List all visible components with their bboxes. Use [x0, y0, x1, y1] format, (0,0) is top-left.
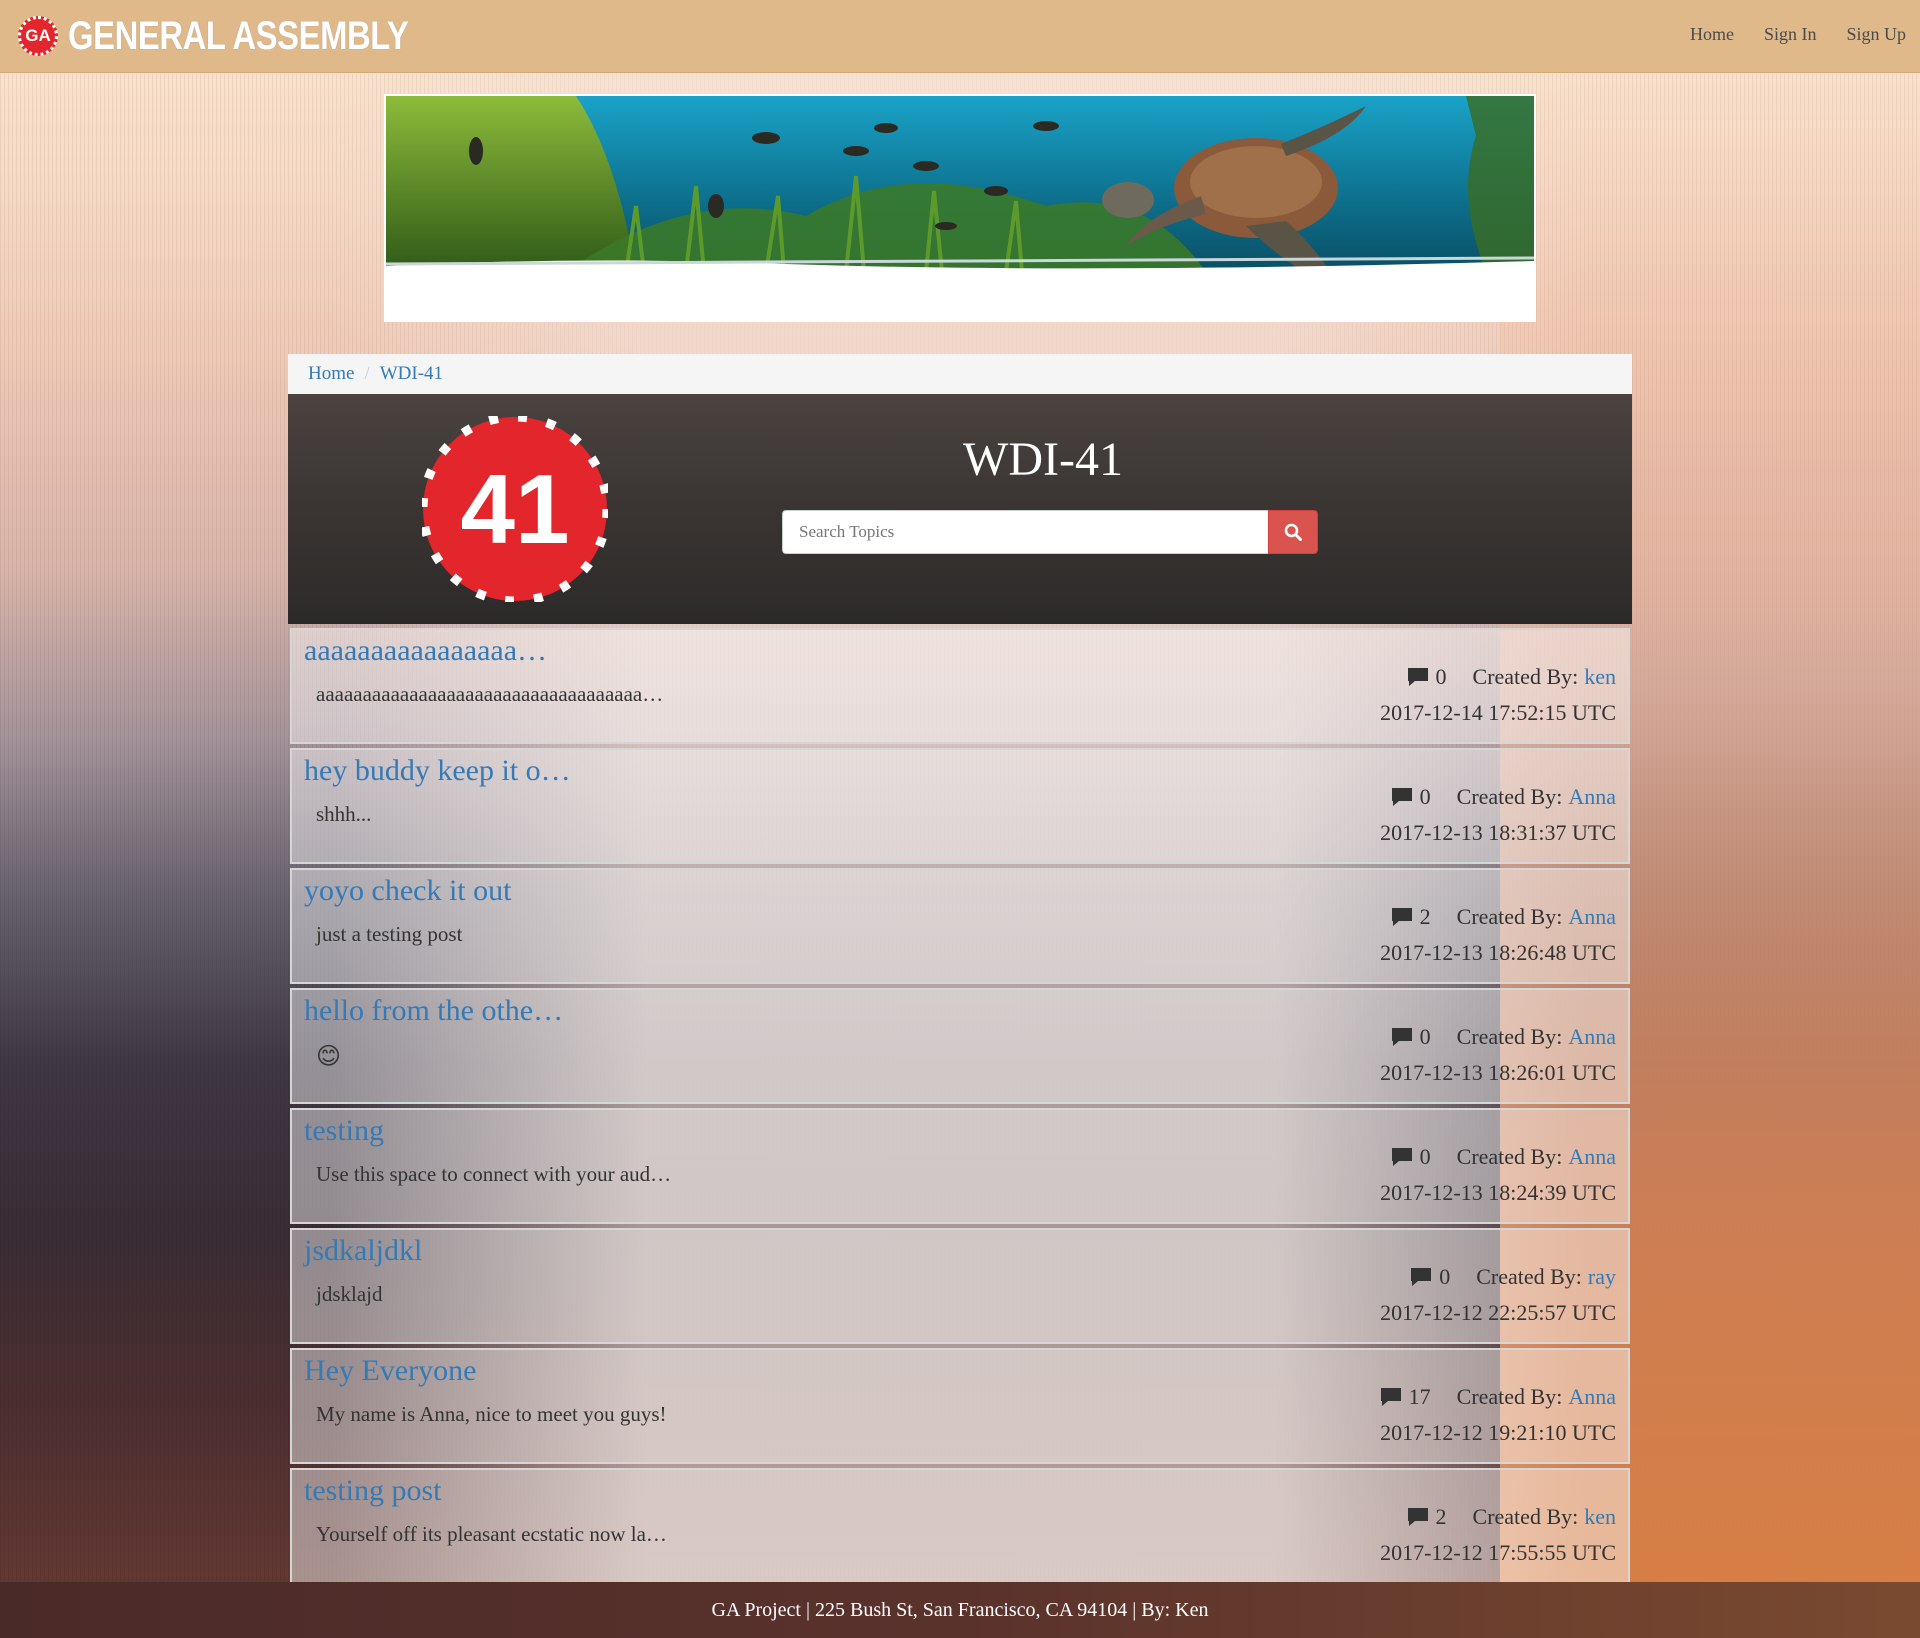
author-link[interactable]: ken — [1584, 664, 1616, 690]
topic-excerpt: 😊 — [316, 1042, 342, 1070]
created-by-label: Created By: — [1456, 1144, 1563, 1169]
author-link[interactable]: Anna — [1568, 1144, 1616, 1170]
created-by-label: Created By: — [1472, 664, 1579, 689]
topic-excerpt: jdsklajd — [316, 1282, 383, 1306]
brand-logo[interactable]: GA GENERAL ASSEMBLY — [18, 12, 483, 60]
nav-sign-up-link[interactable]: Sign Up — [1846, 24, 1906, 45]
comment-icon — [1391, 1148, 1412, 1166]
topic-title-link[interactable]: testing post — [304, 1474, 442, 1508]
comment-icon — [1407, 668, 1428, 686]
topic-timestamp: 2017-12-13 18:24:39 UTC — [1380, 1180, 1616, 1205]
comment-count: 0 — [1419, 784, 1431, 809]
topic-timestamp: 2017-12-13 18:31:37 UTC — [1380, 820, 1616, 845]
topic-timestamp: 2017-12-12 22:25:57 UTC — [1380, 1300, 1616, 1325]
topic-timestamp: 2017-12-12 19:21:10 UTC — [1380, 1420, 1616, 1445]
comment-count: 17 — [1408, 1384, 1431, 1409]
comment-icon — [1391, 1028, 1412, 1046]
topic-list: aaaaaaaaaaaaaaaa… aaaaaaaaaaaaaaaaaaaaaa… — [288, 628, 1632, 1584]
topic-item: yoyo check it out just a testing post 2 … — [290, 868, 1630, 984]
created-by-label: Created By: — [1456, 1024, 1563, 1049]
brand-name: GENERAL ASSEMBLY — [68, 13, 409, 58]
author-link[interactable]: Anna — [1568, 784, 1616, 810]
topic-item: hello from the othe… 😊 0 Created By: Ann… — [290, 988, 1630, 1104]
comment-count: 2 — [1435, 1504, 1447, 1529]
comment-count: 0 — [1419, 1024, 1431, 1049]
cohort-title: WDI-41 — [963, 433, 1123, 486]
author-link[interactable]: ray — [1588, 1264, 1616, 1290]
topic-title-link[interactable]: hello from the othe… — [304, 994, 563, 1028]
breadcrumb-current-link[interactable]: WDI-41 — [380, 363, 443, 385]
topic-timestamp: 2017-12-12 17:55:55 UTC — [1380, 1540, 1616, 1565]
comment-icon — [1380, 1388, 1401, 1406]
ga-badge-icon: GA — [18, 16, 58, 56]
created-by-label: Created By: — [1456, 1384, 1563, 1409]
author-link[interactable]: Anna — [1568, 904, 1616, 930]
nav-home-link[interactable]: Home — [1690, 24, 1734, 45]
topic-excerpt: shhh... — [316, 802, 372, 826]
topic-meta: 0 Created By: Anna 2017-12-13 18:31:37 U… — [1380, 784, 1616, 846]
main-container: Home / WDI-41 41 WDI-41 aaaaaaaaaaaaaaaa… — [288, 354, 1632, 1587]
cohort-logo-number: 41 — [460, 454, 569, 564]
topic-excerpt: Yourself off its pleasant ecstatic now l… — [316, 1522, 667, 1546]
comment-icon — [1411, 1268, 1432, 1286]
topic-timestamp: 2017-12-13 18:26:01 UTC — [1380, 1060, 1616, 1085]
topic-title-link[interactable]: testing — [304, 1114, 384, 1148]
comment-count: 0 — [1439, 1264, 1451, 1289]
cohort-header: 41 WDI-41 — [288, 394, 1632, 624]
author-link[interactable]: ken — [1584, 1504, 1616, 1530]
topic-item: testing post Yourself off its pleasant e… — [290, 1468, 1630, 1584]
topic-meta: 0 Created By: ken 2017-12-14 17:52:15 UT… — [1380, 664, 1616, 726]
topic-title-link[interactable]: jsdkaljdkl — [304, 1234, 422, 1268]
topic-meta: 2 Created By: ken 2017-12-12 17:55:55 UT… — [1380, 1504, 1616, 1566]
topic-timestamp: 2017-12-14 17:52:15 UTC — [1380, 700, 1616, 725]
nav-links: Home Sign In Sign Up — [1690, 24, 1906, 45]
created-by-label: Created By: — [1472, 1504, 1579, 1529]
footer: GA Project | 225 Bush St, San Francisco,… — [0, 1582, 1920, 1638]
author-link[interactable]: Anna — [1568, 1024, 1616, 1050]
footer-text: GA Project | 225 Bush St, San Francisco,… — [711, 1598, 1209, 1621]
topic-excerpt: My name is Anna, nice to meet you guys! — [316, 1402, 667, 1426]
topic-title-link[interactable]: Hey Everyone — [304, 1354, 476, 1388]
author-link[interactable]: Anna — [1568, 1384, 1616, 1410]
created-by-label: Created By: — [1456, 784, 1563, 809]
comment-count: 0 — [1419, 1144, 1431, 1169]
created-by-label: Created By: — [1476, 1264, 1582, 1289]
ocean-banner-image — [384, 94, 1536, 322]
topic-excerpt: Use this space to connect with your aud… — [316, 1162, 672, 1186]
created-by-label: Created By: — [1456, 904, 1563, 929]
comment-icon — [1391, 788, 1412, 806]
breadcrumb: Home / WDI-41 — [288, 354, 1632, 394]
comment-count: 0 — [1435, 664, 1447, 689]
topic-item: aaaaaaaaaaaaaaaa… aaaaaaaaaaaaaaaaaaaaaa… — [290, 628, 1630, 744]
topic-meta: 0 Created By: ray 2017-12-12 22:25:57 UT… — [1380, 1264, 1616, 1326]
topic-meta: 0 Created By: Anna 2017-12-13 18:24:39 U… — [1380, 1144, 1616, 1206]
navbar: GA GENERAL ASSEMBLY Home Sign In Sign Up — [0, 0, 1920, 73]
topic-meta: 17 Created By: Anna 2017-12-12 19:21:10 … — [1379, 1384, 1616, 1446]
comment-icon — [1391, 908, 1412, 926]
topic-timestamp: 2017-12-13 18:26:48 UTC — [1380, 940, 1616, 965]
topic-item: testing Use this space to connect with y… — [290, 1108, 1630, 1224]
topic-item: jsdkaljdkl jdsklajd 0 Created By: ray 20… — [290, 1228, 1630, 1344]
nav-sign-in-link[interactable]: Sign In — [1764, 24, 1817, 45]
topic-excerpt: aaaaaaaaaaaaaaaaaaaaaaaaaaaaaaaaaaa… — [316, 682, 664, 706]
topic-search — [782, 510, 1318, 554]
topic-title-link[interactable]: hey buddy keep it o… — [304, 754, 571, 788]
topic-meta: 0 Created By: Anna 2017-12-13 18:26:01 U… — [1380, 1024, 1616, 1086]
search-icon — [1284, 523, 1302, 541]
topic-title-link[interactable]: yoyo check it out — [304, 874, 511, 908]
topic-meta: 2 Created By: Anna 2017-12-13 18:26:48 U… — [1380, 904, 1616, 966]
search-input[interactable] — [782, 510, 1268, 554]
topic-excerpt: just a testing post — [316, 922, 463, 946]
topic-item: Hey Everyone My name is Anna, nice to me… — [290, 1348, 1630, 1464]
search-button[interactable] — [1268, 510, 1318, 554]
topic-item: hey buddy keep it o… shhh... 0 Created B… — [290, 748, 1630, 864]
breadcrumb-separator: / — [364, 363, 370, 384]
comment-count: 2 — [1419, 904, 1431, 929]
cohort-41-logo-icon: 41 — [422, 416, 608, 602]
topic-title-link[interactable]: aaaaaaaaaaaaaaaa… — [304, 634, 547, 668]
comment-icon — [1407, 1508, 1428, 1526]
breadcrumb-home-link[interactable]: Home — [308, 363, 354, 385]
